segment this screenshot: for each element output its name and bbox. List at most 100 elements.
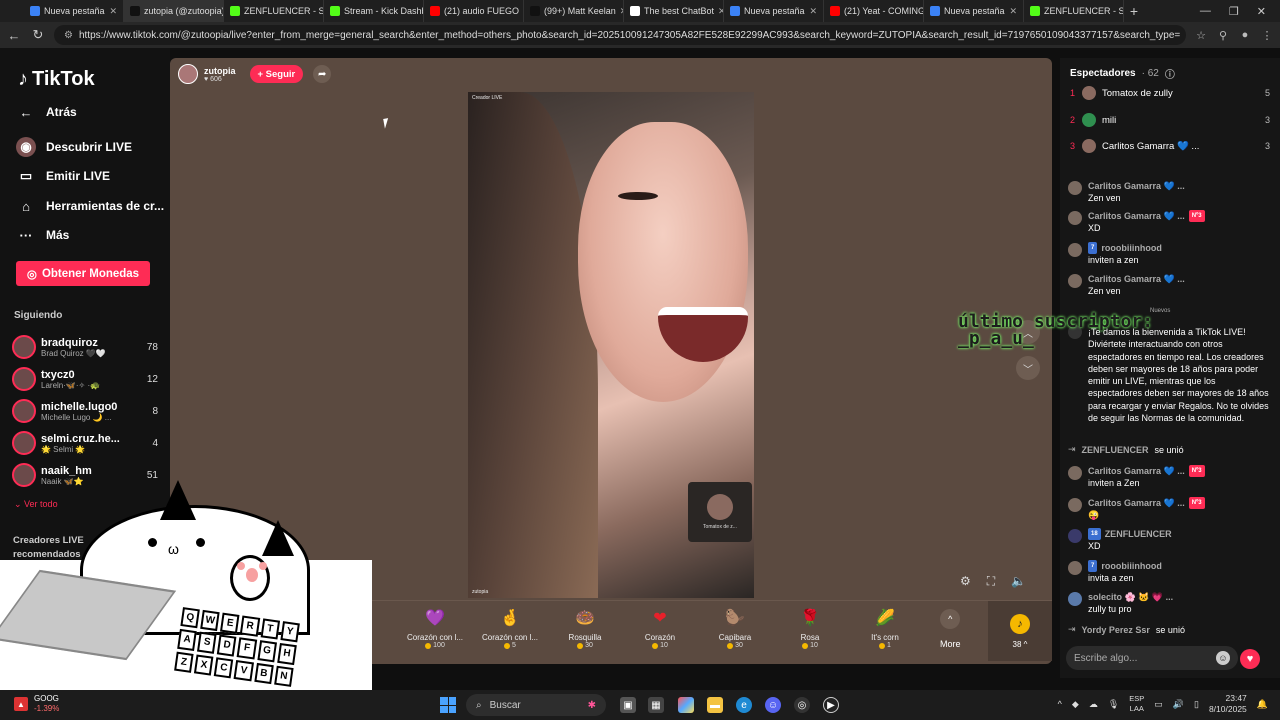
extensions-icon[interactable]: ⚲ — [1216, 29, 1230, 42]
following-item[interactable]: txycz0 Lareln·🦋·✧ ·🐢 12 — [12, 364, 158, 394]
avatar[interactable] — [1068, 243, 1082, 257]
edge-icon[interactable]: e — [736, 697, 752, 713]
steam-icon[interactable]: ☁ — [1089, 699, 1098, 710]
browser-tab[interactable]: ZENFLUENCER - Stream✕ — [224, 0, 324, 22]
browser-tab[interactable]: Nueva pestaña ✕ — [724, 0, 824, 22]
browser-tab[interactable]: zutopia (@zutoopia)✕ — [124, 0, 224, 22]
reload-icon[interactable]: ↻ — [30, 27, 46, 43]
dropbox-icon[interactable]: ◆ — [1072, 699, 1079, 710]
copilot-icon[interactable] — [678, 697, 694, 713]
chat-username[interactable]: Carlitos Gamarra 💙 ... — [1088, 180, 1185, 192]
gift-item[interactable]: 🍩 Rosquilla 30 — [550, 607, 620, 649]
sidebar-item-creator-tools[interactable]: ⌂ Herramientas de cr... — [16, 196, 164, 216]
browser-tab[interactable]: ZENFLUENCER - Stream✕ — [1024, 0, 1124, 22]
browser-tab[interactable]: Stream - Kick Dashboard✕ — [324, 0, 424, 22]
file-explorer-icon[interactable]: ▬ — [707, 697, 723, 713]
minimize-icon[interactable]: — — [1200, 5, 1211, 17]
settings-icon[interactable]: ⚙ — [960, 574, 971, 589]
sidebar-item-more[interactable]: ··· Más — [16, 225, 70, 245]
chat-username[interactable]: rooobiiinhood — [1101, 242, 1161, 254]
like-heart-button[interactable]: ♥ — [1240, 649, 1260, 669]
new-tab-button[interactable]: + — [1124, 3, 1144, 19]
avatar[interactable] — [1068, 561, 1082, 575]
task-view-icon[interactable]: ▣ — [620, 697, 636, 713]
windows-start-icon[interactable] — [440, 697, 456, 713]
chat-username[interactable]: solecito 🌸 🐱 💗 ... — [1088, 591, 1173, 603]
close-tab-icon[interactable]: ✕ — [809, 6, 817, 17]
taskbar-search[interactable]: ⌕ Buscar ✱ — [466, 694, 606, 716]
host-name[interactable]: zutopia — [204, 66, 236, 76]
notification-bell-icon[interactable]: 🔔 — [1257, 699, 1268, 710]
following-item[interactable]: selmi.cruz.he... 🌟 Selmi 🌟 4 — [12, 428, 158, 458]
gift-item[interactable]: 💜 Corazón con l... 100 — [400, 607, 470, 649]
menu-icon[interactable]: ⋮ — [1260, 29, 1274, 42]
star-icon[interactable]: ☆ — [1194, 29, 1208, 42]
gift-item[interactable]: 🤞 Corazón con l... 5 — [475, 607, 545, 649]
close-tab-icon[interactable]: ✕ — [109, 6, 117, 17]
avatar[interactable] — [1068, 181, 1082, 195]
chat-username[interactable]: Carlitos Gamarra 💙 ... — [1088, 210, 1185, 222]
gift-item[interactable]: 🦫 Capibara 30 — [700, 607, 770, 649]
avatar[interactable] — [1068, 498, 1082, 512]
top-viewer[interactable]: 2 mili 3 — [1070, 110, 1270, 130]
close-tab-icon[interactable]: ✕ — [1009, 6, 1017, 17]
avatar[interactable] — [1068, 211, 1082, 225]
back-arrow-icon[interactable]: ← — [6, 28, 22, 43]
following-item[interactable]: bradquiroz Brad Quiroz 🖤🤍 78 — [12, 332, 158, 362]
get-coins-button[interactable]: ◎ Obtener Monedas — [16, 261, 150, 286]
sidebar-item-discover-live[interactable]: ◉ Descubrir LIVE — [16, 137, 132, 157]
avatar[interactable] — [1068, 529, 1082, 543]
following-item[interactable]: michelle.lugo0 Michelle Lugo 🌙 ... 8 — [12, 396, 158, 426]
site-info-icon[interactable]: ⚙ — [64, 30, 73, 41]
guest-tile[interactable]: Tomatox de z... — [688, 482, 752, 542]
browser-tab[interactable]: (99+) Matt Keelan✕ — [524, 0, 624, 22]
speaker-icon[interactable]: 🔊 — [1173, 699, 1184, 710]
address-bar[interactable]: ⚙ https://www.tiktok.com/@zutoopia/live?… — [54, 25, 1186, 45]
obs-icon[interactable]: ◎ — [794, 697, 810, 713]
restore-icon[interactable]: ❐ — [1229, 5, 1239, 18]
media-player-icon[interactable]: ▶ — [823, 697, 839, 713]
network-icon[interactable]: ▭ — [1154, 699, 1163, 710]
avatar[interactable] — [1068, 466, 1082, 480]
coin-balance[interactable]: ♪ 38 ^ — [988, 601, 1052, 661]
volume-icon[interactable]: 🔈 — [1011, 574, 1026, 589]
share-icon[interactable]: ➦ — [313, 65, 332, 83]
follow-button[interactable]: + Seguir — [249, 65, 304, 83]
back-link[interactable]: ← Atrás — [16, 102, 77, 122]
store-icon[interactable]: ▦ — [648, 697, 664, 713]
tiktok-logo[interactable]: ♪ TikTok — [18, 68, 95, 91]
info-icon[interactable]: ⓘ — [1165, 66, 1175, 81]
chat-username[interactable]: rooobiiinhood — [1101, 560, 1161, 572]
avatar[interactable] — [1068, 274, 1082, 288]
more-gifts-button[interactable]: ^ More — [940, 609, 961, 649]
browser-tab[interactable]: Nueva pestaña ✕ — [924, 0, 1024, 22]
top-viewer[interactable]: 1 Tomatox de zully 5 — [1070, 83, 1270, 103]
video-player[interactable]: Creador LIVE zutopia Tomatox de z... — [468, 92, 754, 598]
mic-icon[interactable]: 🎙 — [1108, 699, 1119, 710]
chevron-down-icon[interactable]: ﹀ — [1016, 356, 1040, 380]
stock-widget[interactable]: ▲ GOOG -1.39% — [14, 694, 59, 714]
browser-tab[interactable]: Nueva pestaña ✕ — [24, 0, 124, 22]
chat-username[interactable]: Carlitos Gamarra 💙 ... — [1088, 273, 1185, 285]
fullscreen-icon[interactable]: ⛶ — [987, 574, 995, 589]
gift-item[interactable]: 🌽 It's corn 1 — [850, 607, 920, 649]
sidebar-item-go-live[interactable]: ▭ Emitir LIVE — [16, 166, 110, 186]
chat-username[interactable]: Yordy Perez Ssr — [1082, 625, 1150, 635]
host-avatar[interactable] — [178, 64, 198, 84]
emoji-icon[interactable]: ☺ — [1216, 651, 1230, 665]
gift-item[interactable]: 🌹 Rosa 10 — [775, 607, 845, 649]
close-window-icon[interactable]: ✕ — [1257, 5, 1266, 18]
chevron-up-icon[interactable]: ^ — [1058, 699, 1062, 709]
top-viewer[interactable]: 3 Carlitos Gamarra 💙 ... 3 — [1070, 136, 1270, 156]
browser-tab[interactable]: (21) Yeat - COMING✕ — [824, 0, 924, 22]
chat-username[interactable]: Carlitos Gamarra 💙 ... — [1088, 497, 1185, 509]
profile-icon[interactable]: ● — [1238, 29, 1252, 41]
chat-username[interactable]: Carlitos Gamarra 💙 ... — [1088, 465, 1185, 477]
battery-icon[interactable]: ▯ — [1194, 699, 1199, 710]
browser-tab[interactable]: The best ChatBot✕ — [624, 0, 724, 22]
browser-tab[interactable]: (21) audio FUEGO✕ — [424, 0, 524, 22]
chat-input[interactable]: Escribe algo... ☺ — [1066, 646, 1238, 670]
chat-username[interactable]: ZENFLUENCER — [1082, 445, 1149, 455]
avatar[interactable] — [1068, 592, 1082, 606]
gift-item[interactable]: ❤ Corazón 10 — [625, 607, 695, 649]
